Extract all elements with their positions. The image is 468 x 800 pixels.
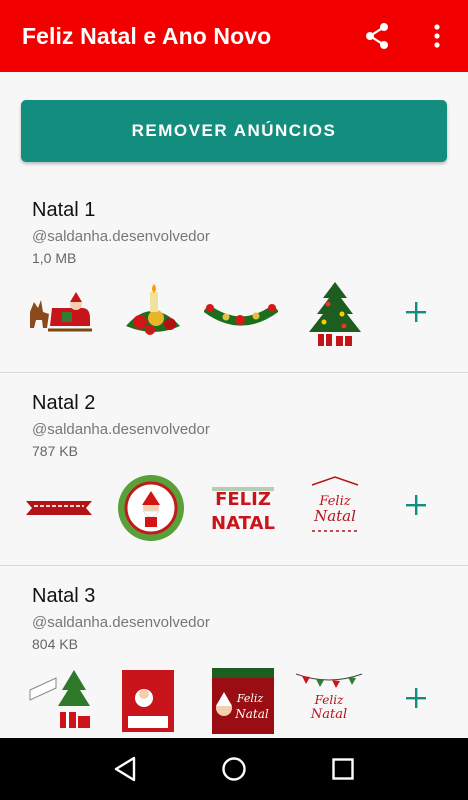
pack-name: Natal 3 <box>32 585 96 607</box>
sticker-pack-list[interactable]: REMOVER ANÚNCIOS Natal 1 @saldanha.desen… <box>0 72 468 738</box>
svg-text:Natal: Natal <box>310 707 347 722</box>
ornament-bouquet-sticker <box>126 284 180 335</box>
sticker-pack-item[interactable]: Natal 1 @saldanha.desenvolvedor 1,0 MB <box>0 180 468 373</box>
sticker-pack-item[interactable]: Natal 2 @saldanha.desenvolvedor 787 KB F… <box>0 373 468 566</box>
app-bar: Feliz Natal e Ano Novo <box>0 0 468 72</box>
home-button[interactable] <box>214 749 254 789</box>
app-title: Feliz Natal e Ano Novo <box>22 22 272 49</box>
add-pack-button[interactable] <box>398 487 434 523</box>
recents-icon <box>332 758 355 780</box>
add-pack-button[interactable] <box>398 294 434 330</box>
pack-size: 787 KB <box>32 443 78 459</box>
santa-card-sticker <box>122 670 174 732</box>
svg-text:NATAL: NATAL <box>211 513 275 534</box>
tree-gifts-sticker <box>29 670 90 728</box>
svg-text:Natal: Natal <box>313 507 356 525</box>
back-button[interactable] <box>105 749 145 789</box>
plus-icon <box>406 302 426 322</box>
pack-size: 804 KB <box>32 636 78 652</box>
pack-name: Natal 2 <box>32 392 96 414</box>
overflow-menu-button[interactable] <box>420 18 454 54</box>
ribbon-banner-sticker <box>26 501 92 515</box>
santa-wreath-sticker <box>118 475 184 541</box>
svg-text:Feliz: Feliz <box>314 693 344 707</box>
home-icon <box>222 757 246 781</box>
christmas-tree-sticker <box>309 282 361 346</box>
pack-name: Natal 1 <box>32 199 96 221</box>
remove-ads-button[interactable]: REMOVER ANÚNCIOS <box>21 100 447 162</box>
pack-author: @saldanha.desenvolvedor <box>32 228 210 245</box>
santa-sleigh-sticker <box>30 292 92 332</box>
svg-text:Natal: Natal <box>234 707 269 721</box>
share-button[interactable] <box>360 18 394 54</box>
back-icon <box>114 756 135 782</box>
more-vert-icon <box>434 24 440 48</box>
sticker-pack-item[interactable]: Natal 3 @saldanha.desenvolvedor 804 KB F… <box>0 566 468 738</box>
add-pack-button[interactable] <box>398 680 434 716</box>
recents-button[interactable] <box>323 749 363 789</box>
plus-icon <box>406 495 426 515</box>
garland-sticker <box>204 304 278 326</box>
share-icon <box>366 23 388 49</box>
svg-text:FELIZ: FELIZ <box>215 489 271 510</box>
plus-icon <box>406 688 426 708</box>
feliz-natal-script-sticker: Feliz Natal <box>311 476 359 532</box>
system-nav-bar <box>0 738 468 800</box>
feliz-natal-bunting-sticker: Feliz Natal <box>295 673 363 722</box>
svg-text:Feliz: Feliz <box>236 692 264 705</box>
feliz-natal-santa-sticker: Feliz Natal <box>212 668 274 734</box>
feliz-natal-letters-sticker: FELIZ NATAL <box>211 487 275 534</box>
pack-author: @saldanha.desenvolvedor <box>32 421 210 438</box>
pack-author: @saldanha.desenvolvedor <box>32 614 210 631</box>
pack-size: 1,0 MB <box>32 250 77 266</box>
